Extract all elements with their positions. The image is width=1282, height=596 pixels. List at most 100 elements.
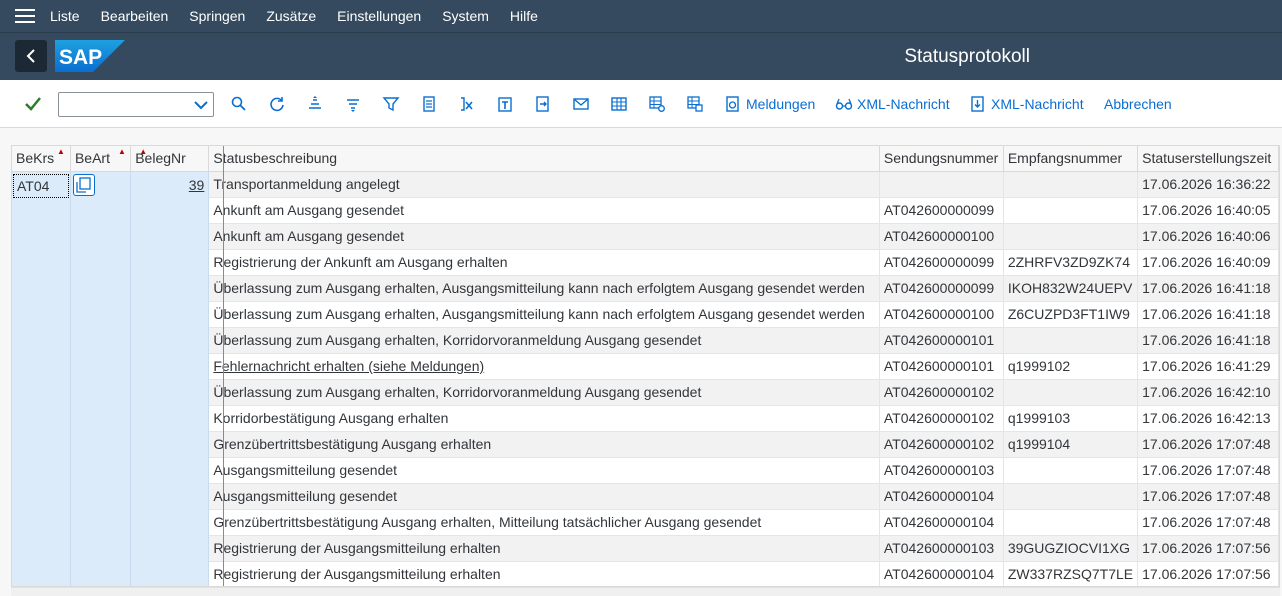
- empfangsnummer-cell: q1999104: [1003, 431, 1139, 458]
- timestamp-cell: 17.06.2026 16:40:05: [1137, 197, 1279, 224]
- menu-item-bearbeiten[interactable]: Bearbeiten: [101, 8, 169, 24]
- menu-item-zusaetze[interactable]: Zusätze: [266, 8, 316, 24]
- timestamp-cell: 17.06.2026 16:41:18: [1137, 327, 1279, 354]
- menu-item-springen[interactable]: Springen: [189, 8, 245, 24]
- empfangsnummer-cell: [1003, 483, 1139, 510]
- status-description-cell: Registrierung der Ankunft am Ausgang erh…: [208, 249, 880, 276]
- bekrs-value[interactable]: AT04: [13, 173, 69, 198]
- sendungsnummer-cell: AT042600000103: [879, 457, 1004, 484]
- belegnr-link[interactable]: 39: [189, 177, 205, 193]
- status-table: BeKrs ▲ BeArt ▲ ▲ BelegNr Statusbeschreibun…: [12, 146, 1279, 586]
- empfangsnummer-cell: [1003, 379, 1139, 406]
- meldungen-button[interactable]: Meldungen: [724, 92, 815, 116]
- sendungsnummer-cell: AT042600000099: [879, 275, 1004, 302]
- status-description-cell: Registrierung der Ausgangsmitteilung erh…: [208, 561, 880, 586]
- status-description-cell: Korridorbestätigung Ausgang erhalten: [208, 405, 880, 432]
- export-button[interactable]: [534, 92, 552, 116]
- column-header-sendungsnummer[interactable]: Sendungsnummer: [879, 146, 1004, 172]
- status-description-cell: Überlassung zum Ausgang erhalten, Korrid…: [208, 379, 880, 406]
- send-mail-button[interactable]: [572, 92, 590, 116]
- empfangsnummer-cell: [1003, 171, 1139, 198]
- calculate-button[interactable]: [458, 92, 476, 116]
- empfangsnummer-cell: [1003, 509, 1139, 536]
- sendungsnummer-cell: AT042600000104: [879, 561, 1004, 586]
- search-icon: [231, 96, 246, 111]
- text-button[interactable]: [496, 92, 514, 116]
- abbrechen-button[interactable]: Abbrechen: [1100, 92, 1172, 116]
- checkmark-icon: [25, 97, 41, 111]
- table-row[interactable]: AT04 39 Transportanmeldung angelegt 17.06.2…: [12, 171, 1279, 586]
- confirm-button[interactable]: [24, 92, 42, 116]
- filter-button[interactable]: [382, 92, 400, 116]
- empfangsnummer-cell: [1003, 197, 1139, 224]
- menu-icon[interactable]: [15, 9, 35, 23]
- timestamp-cell: 17.06.2026 16:42:13: [1137, 405, 1279, 432]
- sendungsnummer-cell: AT042600000101: [879, 353, 1004, 380]
- column-header-beart[interactable]: BeArt ▲: [70, 146, 132, 172]
- find-button[interactable]: [230, 92, 248, 116]
- sort-descending-button[interactable]: [344, 92, 362, 116]
- spreadsheet-button[interactable]: [610, 92, 628, 116]
- table-settings-icon: [649, 96, 665, 112]
- column-header-statuserstellungszeit[interactable]: Statuserstellungszeit: [1137, 146, 1279, 172]
- sendungsnummer-cell: AT042600000103: [879, 535, 1004, 562]
- status-description-cell[interactable]: Fehlernachricht erhalten (siehe Meldunge…: [208, 353, 880, 380]
- command-field[interactable]: [58, 92, 214, 117]
- page-title: Statusprotokoll: [904, 46, 1030, 67]
- empfangsnummer-cell: [1003, 223, 1139, 250]
- document-icon: [423, 96, 435, 112]
- sort-indicator-icon: ▲: [139, 147, 148, 156]
- xml-nachricht-view-button[interactable]: XML-Nachricht: [835, 92, 950, 116]
- status-description-cell: Ankunft am Ausgang gesendet: [208, 197, 880, 224]
- key-cell-beart[interactable]: [70, 171, 132, 586]
- timestamp-cell: 17.06.2026 17:07:48: [1137, 431, 1279, 458]
- copy-icon: [76, 176, 91, 193]
- column-header-empfangsnummer[interactable]: Empfangsnummer: [1003, 146, 1139, 172]
- key-column-separator: [223, 146, 224, 586]
- menu-item-system[interactable]: System: [442, 8, 489, 24]
- choose-layout-button[interactable]: [686, 92, 704, 116]
- sendungsnummer-cell: [879, 171, 1004, 198]
- xml-nachricht-view-label: XML-Nachricht: [857, 96, 950, 112]
- timestamp-cell: 17.06.2026 17:07:56: [1137, 561, 1279, 586]
- status-description-cell: Überlassung zum Ausgang erhalten, Korrid…: [208, 327, 880, 354]
- sendungsnummer-cell: AT042600000100: [879, 301, 1004, 328]
- menu-item-liste[interactable]: Liste: [50, 8, 80, 24]
- column-header-belegnr[interactable]: ▲ BelegNr: [130, 146, 210, 172]
- timestamp-cell: 17.06.2026 16:41:18: [1137, 301, 1279, 328]
- column-header-statusbeschreibung[interactable]: Statusbeschreibung: [208, 146, 880, 172]
- empfangsnummer-cell: 2ZHRFV3ZD9ZK74: [1003, 249, 1139, 276]
- status-grid: BeKrs ▲ BeArt ▲ ▲ BelegNr Statusbeschreibun…: [11, 145, 1280, 587]
- column-header-bekrs[interactable]: BeKrs ▲: [12, 146, 71, 172]
- empfangsnummer-cell: [1003, 457, 1139, 484]
- status-description-cell: Transportanmeldung angelegt: [208, 171, 880, 198]
- sendungsnummer-cell: AT042600000100: [879, 223, 1004, 250]
- table-icon: [611, 97, 627, 111]
- text-icon: [498, 97, 512, 112]
- sendungsnummer-cell: AT042600000104: [879, 483, 1004, 510]
- sort-ascending-button[interactable]: [306, 92, 324, 116]
- layout-icon: [687, 96, 703, 112]
- empfangsnummer-cell: q1999102: [1003, 353, 1139, 380]
- empfangsnummer-cell: IKOH832W24UEPV: [1003, 275, 1139, 302]
- title-bar: SAP Statusprotokoll: [0, 32, 1282, 80]
- layout-settings-button[interactable]: [648, 92, 666, 116]
- key-cell-bekrs[interactable]: AT04: [12, 171, 71, 586]
- sort-ascending-icon: [309, 96, 321, 109]
- copy-button[interactable]: [72, 173, 95, 196]
- menu-item-einstellungen[interactable]: Einstellungen: [337, 8, 421, 24]
- timestamp-cell: 17.06.2026 17:07:48: [1137, 509, 1279, 536]
- key-cell-belegnr[interactable]: 39: [130, 171, 210, 586]
- menu-bar: Liste Bearbeiten Springen Zusätze Einste…: [0, 0, 1282, 32]
- horizontal-scrollbar[interactable]: [11, 587, 1280, 596]
- print-preview-button[interactable]: [420, 92, 438, 116]
- sendungsnummer-cell: AT042600000099: [879, 197, 1004, 224]
- formula-icon: [461, 97, 473, 111]
- xml-nachricht-download-button[interactable]: XML-Nachricht: [969, 92, 1084, 116]
- menu-item-hilfe[interactable]: Hilfe: [510, 8, 538, 24]
- refresh-button[interactable]: [268, 92, 286, 116]
- timestamp-cell: 17.06.2026 16:41:18: [1137, 275, 1279, 302]
- timestamp-cell: 17.06.2026 17:07:48: [1137, 483, 1279, 510]
- status-description-cell: Grenzübertrittsbestätigung Ausgang erhal…: [208, 509, 880, 536]
- sort-indicator-icon: ▲: [57, 147, 65, 156]
